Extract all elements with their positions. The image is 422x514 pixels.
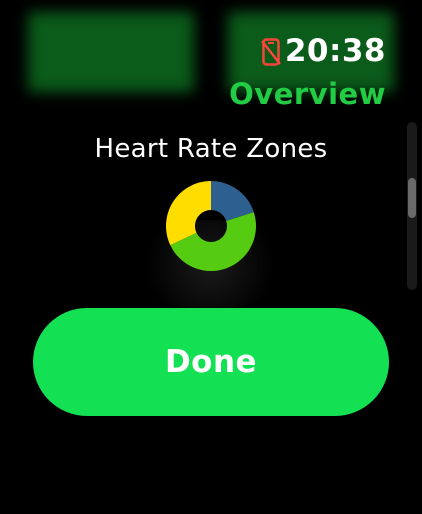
status-bar: 20:38 xyxy=(260,33,386,69)
zone-segment-3 xyxy=(166,181,211,246)
heart-rate-zones-title: Heart Rate Zones xyxy=(94,134,328,164)
background-tile-left xyxy=(28,12,194,92)
nav-title[interactable]: Overview xyxy=(229,80,386,109)
clock-time: 20:38 xyxy=(284,33,386,69)
scroll-thumb xyxy=(408,178,416,218)
done-button[interactable]: Done xyxy=(33,308,389,416)
heart-rate-zones-donut xyxy=(166,181,256,271)
phone-disconnected-icon xyxy=(260,37,281,66)
